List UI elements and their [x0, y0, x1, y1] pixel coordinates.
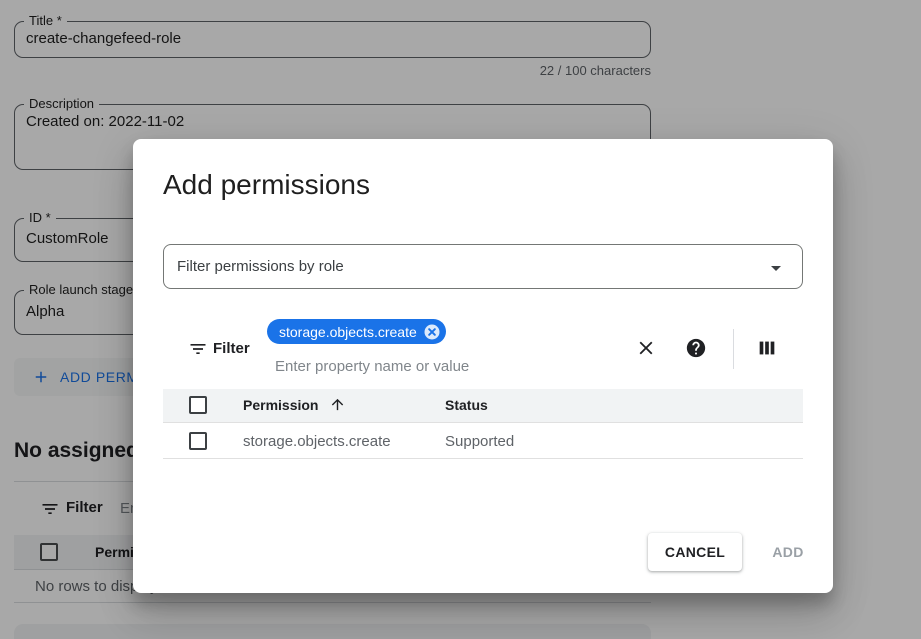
filter-chip[interactable]: storage.objects.create — [267, 319, 446, 344]
role-filter-select[interactable]: Filter permissions by role — [163, 244, 803, 289]
clear-filter-icon[interactable] — [635, 337, 657, 359]
column-header-status[interactable]: Status — [445, 397, 488, 413]
filter-label: Filter — [213, 340, 250, 357]
dropdown-arrow-icon — [764, 256, 788, 280]
cancel-button[interactable]: CANCEL — [648, 533, 742, 571]
dialog-title: Add permissions — [163, 169, 370, 201]
cell-status: Supported — [445, 433, 514, 450]
page: Title * create-changefeed-role 22 / 100 … — [0, 0, 921, 639]
sort-ascending-icon[interactable] — [329, 396, 346, 413]
column-settings-icon[interactable] — [756, 337, 778, 359]
column-header-permission[interactable]: Permission — [243, 397, 318, 413]
add-button[interactable]: ADD — [755, 533, 821, 571]
help-icon[interactable] — [685, 337, 707, 359]
filter-input[interactable]: Enter property name or value — [275, 358, 469, 375]
row-checkbox[interactable] — [189, 432, 207, 450]
toolbar-divider — [733, 329, 734, 369]
filter-chip-label: storage.objects.create — [279, 324, 417, 340]
role-filter-select-value: Filter permissions by role — [177, 258, 344, 275]
add-permissions-dialog: Add permissions Filter permissions by ro… — [133, 139, 833, 593]
table-row[interactable]: storage.objects.create Supported — [163, 423, 803, 459]
table-header-row: Permission Status — [163, 389, 803, 423]
chip-remove-icon[interactable] — [423, 323, 441, 341]
cell-permission: storage.objects.create — [243, 433, 391, 450]
select-all-checkbox[interactable] — [189, 396, 207, 414]
filter-icon — [188, 339, 208, 359]
